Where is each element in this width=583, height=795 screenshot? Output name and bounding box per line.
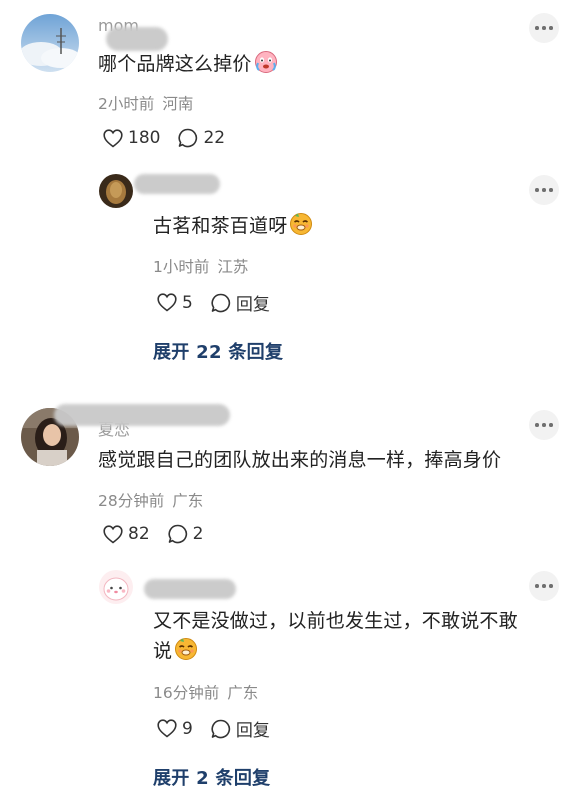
reply-text: 又不是没做过，以前也发生过，不敢说不敢 说	[153, 606, 563, 670]
like-button[interactable]: 180	[103, 128, 160, 148]
comment-bubble-icon	[211, 719, 230, 738]
avatar[interactable]	[21, 14, 79, 72]
comment-actions: 180 22	[103, 128, 225, 148]
like-button[interactable]: 82	[103, 524, 150, 544]
avatar[interactable]	[99, 570, 133, 604]
comment-bubble-icon	[168, 524, 187, 544]
heart-icon	[103, 128, 123, 148]
like-count: 9	[182, 718, 193, 739]
reply-button[interactable]: 回复	[211, 716, 270, 741]
reply-meta: 16分钟前 广东	[153, 681, 258, 703]
expand-replies-link[interactable]: 展开 2 条回复	[153, 764, 270, 790]
heart-icon	[103, 524, 123, 544]
more-options-button[interactable]	[529, 175, 559, 205]
reply-actions: 9 回复	[157, 716, 270, 741]
expand-replies-link[interactable]: 展开 22 条回复	[153, 338, 283, 364]
crying-face-emoji-icon	[254, 50, 278, 83]
avatar[interactable]	[99, 174, 133, 208]
comment-actions: 82 2	[103, 524, 203, 544]
reply-actions: 5 回复	[157, 290, 270, 315]
reply-count: 2	[192, 524, 204, 544]
redacted-username	[144, 579, 236, 599]
more-options-button[interactable]	[529, 571, 559, 601]
heart-icon	[157, 719, 177, 738]
like-count: 82	[128, 524, 150, 544]
heart-icon	[157, 293, 177, 312]
reply-button[interactable]: 回复	[211, 290, 270, 315]
timestamp: 28分钟前	[98, 492, 165, 510]
like-button[interactable]: 5	[157, 293, 193, 313]
redacted-username	[134, 174, 220, 194]
comment-meta: 28分钟前 广东	[98, 489, 203, 511]
like-button[interactable]: 9	[157, 719, 193, 739]
comment-bubble-icon	[178, 128, 198, 148]
reply-count-button[interactable]: 2	[168, 524, 204, 544]
comment-bubble-icon	[211, 293, 230, 312]
timestamp: 1小时前	[153, 258, 210, 276]
comment-text: 感觉跟自己的团队放出来的消息一样，捧高身价	[98, 445, 501, 475]
comment-text: 哪个品牌这么掉价	[98, 49, 278, 83]
reply-label: 回复	[235, 721, 270, 741]
like-count: 5	[182, 292, 193, 313]
like-count: 180	[128, 128, 161, 148]
timestamp: 2小时前	[98, 95, 155, 113]
redacted-username	[106, 27, 168, 51]
location: 广东	[172, 492, 204, 510]
comment-body: 哪个品牌这么掉价	[98, 53, 252, 75]
timestamp: 16分钟前	[153, 684, 220, 702]
more-options-button[interactable]	[529, 13, 559, 43]
redacted-username	[54, 404, 230, 426]
comment-body: 感觉跟自己的团队放出来的消息一样，捧高身价	[98, 449, 502, 471]
location: 河南	[162, 95, 194, 113]
smug-face-emoji-icon	[289, 212, 313, 245]
reply-count-button[interactable]: 22	[178, 128, 225, 148]
reply-body: 古茗和茶百道呀	[153, 215, 288, 237]
reply-body-line2-wrap: 说	[153, 636, 563, 670]
smug-face-emoji-icon	[174, 637, 198, 670]
reply-count: 22	[203, 128, 226, 148]
reply-body-line2: 说	[153, 640, 173, 662]
reply-body-line1: 又不是没做过，以前也发生过，不敢说不敢	[153, 610, 518, 632]
location: 江苏	[217, 258, 249, 276]
reply-label: 回复	[235, 295, 270, 315]
reply-meta: 1小时前 江苏	[153, 255, 248, 277]
location: 广东	[227, 684, 259, 702]
comment-meta: 2小时前 河南	[98, 92, 193, 114]
more-options-button[interactable]	[529, 410, 559, 440]
reply-text: 古茗和茶百道呀	[153, 211, 313, 245]
